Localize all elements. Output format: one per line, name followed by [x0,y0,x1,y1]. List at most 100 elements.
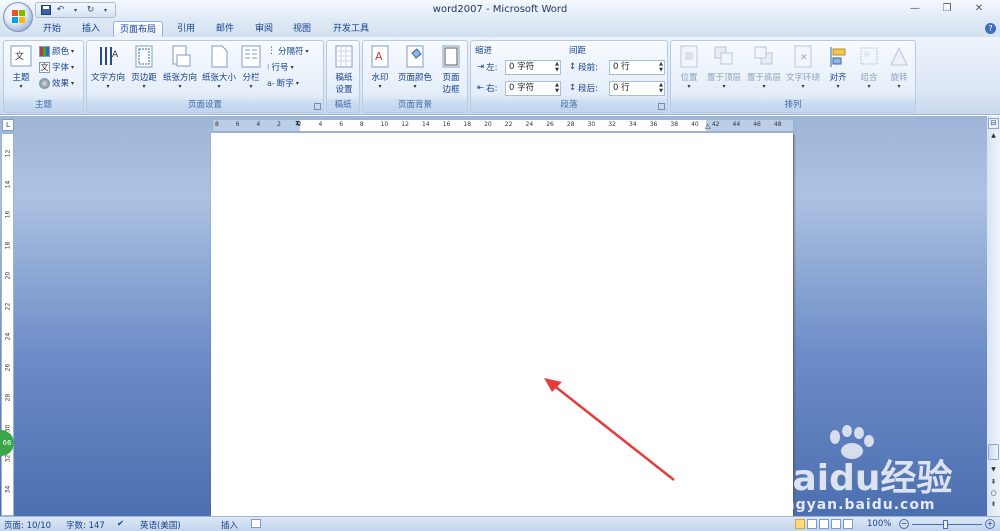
indent-marker-icon[interactable]: ⧗ [295,119,300,128]
text-direction-button[interactable]: A 文字方向 ▾ [89,45,127,90]
previous-page-icon[interactable]: ⇞ [988,478,999,488]
tab-view[interactable]: 视图 [288,21,316,37]
spacing-before-field[interactable]: 0 行 ▲ ▼ [609,60,665,75]
ruler-tick-label: 44 [732,121,741,128]
align-icon [827,45,849,69]
macro-record-icon[interactable] [251,519,261,528]
print-layout-icon[interactable] [795,519,805,529]
word-count[interactable]: 字数: 147 [66,519,105,531]
page-setup-group-label: 页面设置 [87,99,323,111]
ruler-tick-label: 34 [4,485,12,493]
colors-button[interactable]: 颜色 ▾ [39,44,74,58]
ruler-tick-label: 24 [525,121,534,128]
fonts-button[interactable]: 文字体 ▾ [39,60,74,74]
send-to-back-button[interactable]: 置于底层 ▾ [745,45,783,90]
ruler-tick-label: 12 [401,121,409,128]
watermark-button[interactable]: A 水印 ▾ [366,45,394,90]
tab-developer[interactable]: 开发工具 [328,21,374,37]
view-buttons [795,519,853,529]
spin-arrows-icon[interactable]: ▲ ▼ [555,61,559,73]
page-count[interactable]: 页面: 10/10 [4,519,51,531]
close-icon[interactable]: ✕ [972,3,986,15]
page-borders-button[interactable]: 页面 边框 [437,45,465,95]
line-numbers-button[interactable]: ⁝ 行号 ▾ [267,60,294,74]
document-page[interactable] [211,133,793,516]
tab-home[interactable]: 开始 [38,21,66,37]
position-button[interactable]: 位置 ▾ [675,45,703,90]
spin-arrows-icon[interactable]: ▲ ▼ [659,61,663,73]
paragraph-launcher-icon[interactable] [658,103,665,110]
colors-icon [39,45,50,57]
spacing-after-field[interactable]: 0 行 ▲ ▼ [609,81,665,96]
vertical-scrollbar[interactable]: ⊟ ▲ ▼ ⇞ ○ ⇟ [987,116,1000,516]
manuscript-settings-button[interactable]: 稿纸 设置 [329,45,359,95]
scroll-thumb[interactable] [988,444,999,460]
orientation-button[interactable]: 纸张方向 ▾ [161,45,199,90]
zoom-level[interactable]: 100% [867,519,891,529]
spin-arrows-icon[interactable]: ▲ ▼ [659,82,663,94]
zoom-out-icon[interactable]: − [899,519,909,529]
page-color-icon [404,45,426,69]
tab-selector[interactable]: L [2,119,14,131]
red-arrow-annotation [544,378,675,481]
hyphenation-button[interactable]: a- 断字 ▾ [267,76,299,90]
minimize-icon[interactable]: — [908,3,922,15]
select-browse-object-icon[interactable]: ○ [988,489,999,499]
tab-references[interactable]: 引用 [172,21,200,37]
full-screen-reading-icon[interactable] [807,519,817,529]
proofing-icon[interactable]: ✔ [117,519,124,529]
arrange-group: 位置 ▾ 置于顶层 ▾ 置于底层 ▾ ✕ 文字环绕 ▾ 对齐 ▾ 组合 ▾ 旋转 ▾ 排列 [670,40,916,113]
ruler-tick-label: 10 [380,121,389,128]
scroll-up-icon[interactable]: ▲ [988,132,999,142]
vertical-ruler[interactable]: 12 14 16 18 20 22 24 26 28 30 32 34 [1,133,14,516]
outline-icon[interactable] [831,519,841,529]
ruler-tick-label: 16 [442,121,451,128]
effects-button[interactable]: 效果 ▾ [39,76,74,90]
tab-review[interactable]: 审阅 [250,21,278,37]
ruler-tick-label: 22 [4,302,12,310]
group-button[interactable]: 组合 ▾ [855,45,883,90]
next-page-icon[interactable]: ⇟ [988,500,999,510]
horizontal-ruler[interactable]: 8 6 4 2 2 4 6 8 10 12 14 16 18 20 22 24 26 28 30 32 34 36 38 40… [212,119,794,132]
office-button[interactable] [3,2,33,32]
columns-button[interactable]: 分栏 ▾ [239,45,263,90]
spacing-before-icon: ↕ [569,62,577,72]
text-wrap-icon: ✕ [792,45,814,69]
help-icon[interactable]: ? [985,23,996,34]
indent-right-icon: ⇤ [477,83,485,93]
page-setup-group: A 文字方向 ▾ 页边距 ▾ 纸张方向 ▾ 纸张大小 ▾ 分栏 ▾ ⋮ 分隔符 ▾ ⁝ 行号 ▾ … [86,40,324,113]
size-button[interactable]: 纸张大小 ▾ [199,45,239,90]
page-color-button[interactable]: 页面颜色 ▾ [395,45,435,90]
ruler-tick-label: 30 [587,121,596,128]
zoom-in-icon[interactable]: + [985,519,995,529]
paper-size-icon [208,45,230,69]
tab-page-layout[interactable]: 页面布局 [113,21,163,37]
ruler-tick-label: 22 [504,121,513,128]
align-button[interactable]: 对齐 ▾ [823,45,853,90]
scroll-down-icon[interactable]: ▼ [988,466,999,476]
view-ruler-icon[interactable]: ⊟ [988,118,999,129]
spin-arrows-icon[interactable]: ▲ ▼ [555,82,559,94]
web-layout-icon[interactable] [819,519,829,529]
insert-mode[interactable]: 插入 [221,519,238,531]
indent-right-field[interactable]: 0 字符 ▲ ▼ [505,81,561,96]
watermark-brand: Baidu经验 [765,458,953,499]
theme-button[interactable]: 文 主题 ▾ [7,45,35,90]
right-indent-marker-icon[interactable]: △ [705,122,710,130]
page-setup-launcher-icon[interactable] [314,103,321,110]
indent-left-field[interactable]: 0 字符 ▲ ▼ [505,60,561,75]
tab-insert[interactable]: 插入 [76,21,106,37]
tab-mailings[interactable]: 邮件 [211,21,239,37]
language[interactable]: 英语(美国) [140,519,181,531]
margins-icon [133,45,155,69]
restore-icon[interactable]: ❐ [940,3,954,15]
zoom-slider-thumb[interactable] [943,520,948,529]
margins-button[interactable]: 页边距 ▾ [129,45,159,90]
ruler-tick-label: 28 [4,393,12,402]
breaks-button[interactable]: ⋮ 分隔符 ▾ [267,44,309,58]
ruler-tick-label: 40 [691,121,699,128]
rotate-button[interactable]: 旋转 ▾ [885,45,913,90]
bring-to-front-button[interactable]: 置于顶层 ▾ [705,45,743,90]
text-wrap-button[interactable]: ✕ 文字环绕 ▾ [783,45,823,90]
draft-icon[interactable] [843,519,853,529]
